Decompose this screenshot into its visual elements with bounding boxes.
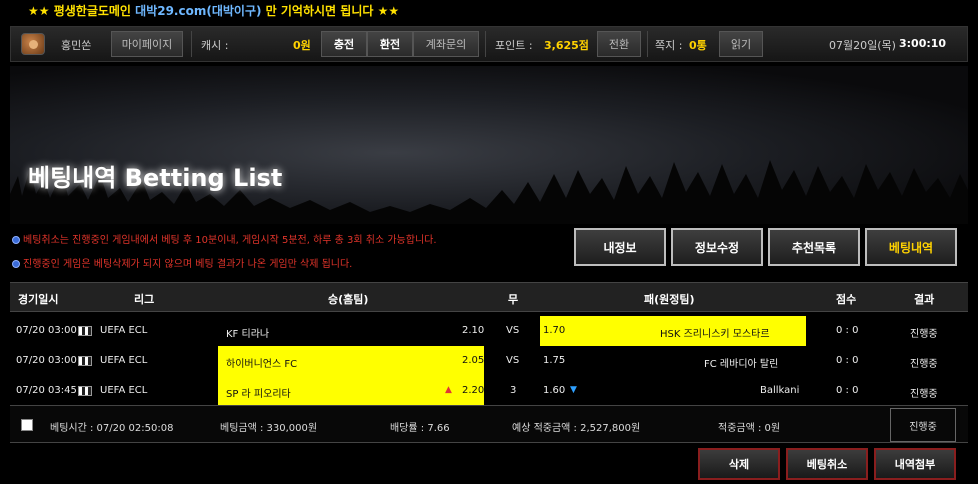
- away-team: HSK 즈리니스키 모스타르: [660, 329, 770, 340]
- convert-button[interactable]: 전환: [597, 31, 641, 57]
- header-result: 결과: [914, 293, 935, 306]
- point-label: 포인트 :: [495, 39, 533, 52]
- home-team: 하이버니언스 FC: [226, 359, 298, 370]
- away-team: FC 레바디아 탈린: [704, 359, 779, 370]
- domain-link[interactable]: 대박29.com(대박이구): [135, 4, 261, 18]
- away-odds: 1.70: [543, 325, 566, 336]
- won-amount: 적중금액 : 0원: [718, 423, 781, 434]
- bet-status: 진행중: [890, 408, 956, 442]
- table-row: 07/20 03:45 UEFA ECL SP 라 피오리타 ▲ 2.20 3 …: [10, 376, 968, 406]
- divider: [647, 31, 648, 57]
- bet-time: 베팅시간 : 07/20 02:50:08: [50, 423, 174, 434]
- bullet-icon: [12, 236, 20, 244]
- league-name: UEFA ECL: [100, 355, 148, 366]
- table-header: 경기일시 리그 승(홈팀) 무 패(원정팀) 점수 결과: [10, 282, 968, 312]
- announcement-bar: ★★ 평생한글도메인 대박29.com(대박이구) 만 기억하시면 됩니다 ★★: [0, 0, 978, 22]
- notice-cancel-policy: 베팅취소는 진행중인 게임내에서 베팅 후 10분이내, 게임시작 5분전, 하…: [12, 231, 437, 246]
- match-result: 진행중: [910, 329, 938, 340]
- draw-value: 3: [510, 385, 517, 396]
- match-score: 0 : 0: [836, 325, 859, 336]
- tab-recommend-list[interactable]: 추천목록: [768, 228, 860, 266]
- match-score: 0 : 0: [836, 385, 859, 396]
- user-info-bar: 홍민쏜 마이페이지 캐시 : 0원 충전 환전 계좌문의 포인트 : 3,625…: [10, 26, 968, 62]
- home-team: KF 티라나: [226, 329, 270, 340]
- flag-icon: [78, 356, 92, 366]
- point-value: 3,625점: [544, 39, 589, 52]
- league-name: UEFA ECL: [100, 325, 148, 336]
- current-date: 07월20일(목): [829, 39, 896, 52]
- odds-down-icon: ▼: [570, 385, 577, 395]
- charge-button[interactable]: 충전: [321, 31, 367, 57]
- odds-up-icon: ▲: [445, 385, 452, 395]
- avatar: [21, 33, 45, 55]
- mypage-button[interactable]: 마이페이지: [111, 31, 183, 57]
- flag-icon: [78, 326, 92, 336]
- away-odds: 1.60: [543, 385, 566, 396]
- tab-betting-history[interactable]: 베팅내역: [865, 228, 957, 266]
- draw-value: VS: [506, 355, 520, 366]
- notice-delete-policy: 진행중인 게임은 베팅삭제가 되지 않으며 베팅 결과가 나온 게임만 삭제 됩…: [12, 255, 352, 270]
- header-away: 패(원정팀): [644, 293, 695, 306]
- header-home: 승(홈팀): [328, 293, 369, 306]
- notice-text: 진행중인 게임은 베팅삭제가 되지 않으며 베팅 결과가 나온 게임만 삭제 됩…: [23, 259, 353, 270]
- page-title: 베팅내역 Betting List: [28, 164, 283, 192]
- announcement-suffix: 만 기억하시면 됩니다 ★★: [261, 4, 400, 18]
- match-datetime: 07/20 03:00: [16, 325, 77, 336]
- away-odds: 1.75: [543, 355, 566, 366]
- cash-label: 캐시 :: [201, 39, 229, 52]
- away-team: Ballkani: [760, 385, 800, 396]
- divider: [191, 31, 192, 57]
- read-notes-button[interactable]: 읽기: [719, 31, 763, 57]
- current-time: 3:00:10: [899, 37, 947, 50]
- flag-icon: [78, 386, 92, 396]
- home-odds: 2.20: [462, 385, 485, 396]
- header-league: 리그: [134, 293, 155, 306]
- match-result: 진행중: [910, 389, 938, 400]
- bet-odds: 배당률 : 7.66: [390, 423, 450, 434]
- match-datetime: 07/20 03:45: [16, 385, 77, 396]
- note-label: 쪽지 :: [655, 39, 683, 52]
- tab-my-info[interactable]: 내정보: [574, 228, 666, 266]
- table-row: 07/20 03:00 UEFA ECL 하이버니언스 FC 2.05 VS 1…: [10, 346, 968, 376]
- announcement-prefix: ★★ 평생한글도메인: [28, 4, 136, 18]
- cash-value: 0원: [293, 39, 311, 52]
- select-checkbox[interactable]: [21, 419, 33, 431]
- bullet-icon: [12, 260, 20, 268]
- home-team: SP 라 피오리타: [226, 389, 291, 400]
- note-value: 0통: [689, 39, 707, 52]
- tab-edit-info[interactable]: 정보수정: [671, 228, 763, 266]
- delete-button[interactable]: 삭제: [698, 448, 780, 480]
- page-banner: 베팅내역 Betting List: [10, 66, 968, 224]
- username: 홍민쏜: [61, 39, 92, 52]
- exchange-button[interactable]: 환전: [367, 31, 413, 57]
- match-score: 0 : 0: [836, 355, 859, 366]
- bet-amount: 베팅금액 : 330,000원: [220, 423, 318, 434]
- draw-value: VS: [506, 325, 520, 336]
- header-datetime: 경기일시: [18, 293, 59, 306]
- header-draw: 무: [508, 293, 519, 306]
- match-datetime: 07/20 03:00: [16, 355, 77, 366]
- header-score: 점수: [836, 293, 857, 306]
- league-name: UEFA ECL: [100, 385, 148, 396]
- notice-text: 베팅취소는 진행중인 게임내에서 베팅 후 10분이내, 게임시작 5분전, 하…: [23, 235, 437, 246]
- cancel-bet-button[interactable]: 베팅취소: [786, 448, 868, 480]
- divider: [485, 31, 486, 57]
- account-inquiry-button[interactable]: 계좌문의: [413, 31, 479, 57]
- home-odds: 2.10: [462, 325, 485, 336]
- home-odds: 2.05: [462, 355, 485, 366]
- match-result: 진행중: [910, 359, 938, 370]
- expected-winnings: 예상 적중금액 : 2,527,800원: [512, 423, 641, 434]
- table-row: 07/20 03:00 UEFA ECL KF 티라나 2.10 VS 1.70…: [10, 316, 968, 346]
- attach-history-button[interactable]: 내역첨부: [874, 448, 956, 480]
- bet-summary: 베팅시간 : 07/20 02:50:08 베팅금액 : 330,000원 배당…: [10, 405, 968, 443]
